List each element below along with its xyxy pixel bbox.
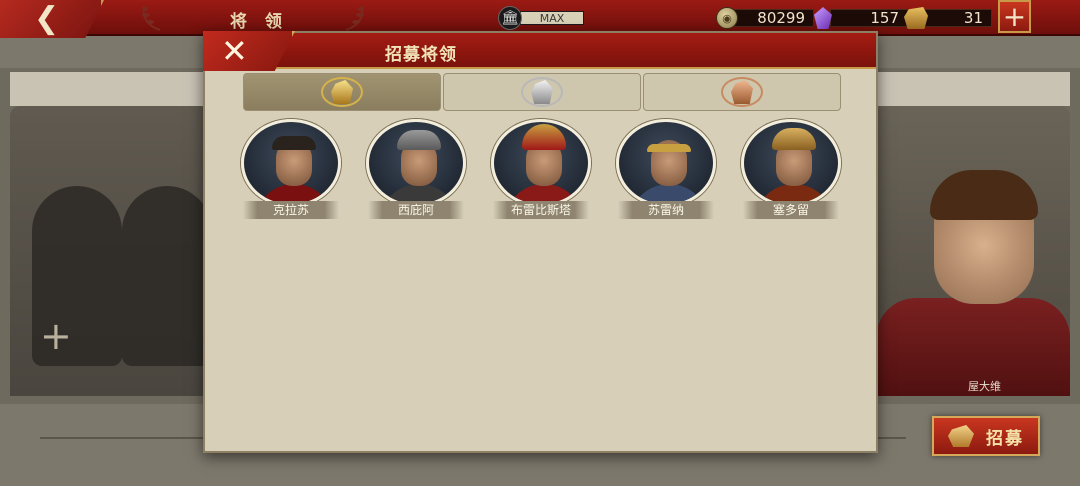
gold-helmet-laurel-icon [321,77,363,107]
recruit-button[interactable]: 招募 [932,416,1040,456]
general-portrait [616,119,716,207]
max-label: MAX [520,11,584,25]
page-title: 将 领 [230,12,288,32]
general-card[interactable]: 克拉苏 [241,119,341,219]
general-card[interactable]: 苏雷纳 [616,119,716,219]
helmet-resource[interactable]: 31 [904,7,992,29]
general-card[interactable]: 塞多留 [741,119,841,219]
back-button[interactable]: ❮ [0,0,104,38]
tab-bronze[interactable] [643,73,841,111]
close-icon: ✕ [221,32,248,70]
dialog-title: 招募将领 [385,45,457,65]
general-name: 塞多留 [743,201,839,219]
dialog-header: ✕ 招募将领 [203,31,876,71]
silver-helmet-laurel-icon [521,77,563,107]
temple-icon: 🏛 [498,6,522,30]
featured-general-panel: 屋大维 [876,106,1070,396]
laurel-icon [142,5,161,31]
add-general-slot[interactable]: + [40,314,72,358]
general-name: 克拉苏 [243,201,339,219]
general-name: 苏雷纳 [618,201,714,219]
helmet-icon [904,7,928,29]
general-hair [930,170,1038,220]
coin-icon: ◉ [716,7,738,29]
general-portrait [366,119,466,207]
recruit-generals-dialog: ✕ 招募将领 克拉苏 西庇阿 布雷比斯塔 苏雷纳 塞多留 [203,31,878,453]
coin-resource[interactable]: ◉ 80299 [716,7,814,29]
laurel-icon [345,5,364,31]
empty-general-slots: + [10,106,212,396]
helmet-count: 31 [924,9,992,27]
helmet-plus-icon [948,425,974,447]
gem-resource[interactable]: 157 [814,7,908,29]
building-level-indicator[interactable]: 🏛 MAX [498,6,584,30]
general-portrait [491,119,591,207]
add-resource-button[interactable]: + [998,0,1031,33]
plus-icon: + [1002,0,1027,33]
gem-count: 157 [830,9,908,27]
general-portrait [741,119,841,207]
general-silhouette [122,186,212,366]
close-button[interactable]: ✕ [203,31,295,71]
recruit-button-label: 招募 [986,428,1024,449]
tab-silver[interactable] [443,73,641,111]
featured-general-name: 屋大维 [968,380,1001,393]
general-card[interactable]: 西庇阿 [366,119,466,219]
general-portrait [241,119,341,207]
general-card[interactable]: 布雷比斯塔 [491,119,591,219]
general-name: 西庇阿 [368,201,464,219]
chevron-left-icon: ❮ [34,1,60,36]
bronze-helmet-laurel-icon [721,77,763,107]
coin-count: 80299 [734,9,814,27]
general-list: 克拉苏 西庇阿 布雷比斯塔 苏雷纳 塞多留 [241,119,841,219]
general-name: 布雷比斯塔 [493,201,589,219]
rarity-tabs [243,73,841,111]
tab-gold[interactable] [243,73,441,111]
